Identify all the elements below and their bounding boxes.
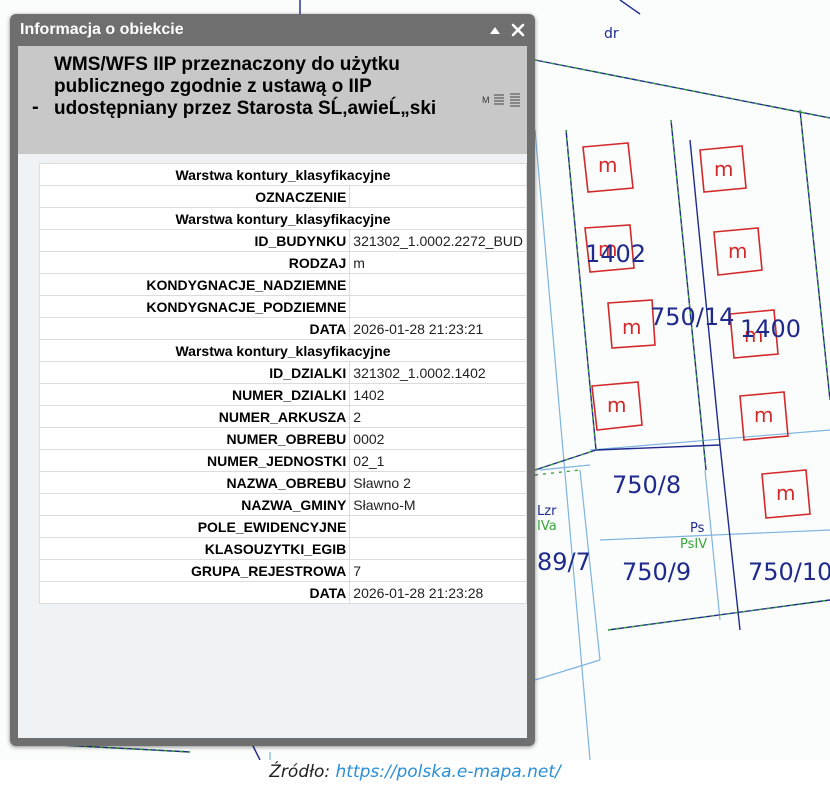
attribute-value: Sławno 2 — [349, 471, 527, 494]
svg-text:m: m — [728, 239, 747, 263]
layer-tools: M — [482, 93, 526, 107]
attribute-value: 321302_1.0002.1402 — [349, 361, 527, 384]
source-prefix: Źródło: — [269, 762, 336, 782]
attribute-key: NAZWA_OBREBU — [38, 471, 351, 494]
layer-section-header: Warstwa kontury_klasyfikacyjne — [39, 339, 527, 362]
map-label-89-7: 89/7 — [537, 548, 591, 576]
list-view-icon[interactable] — [494, 93, 504, 112]
attribute-key: NUMER_JEDNOSTKI — [38, 449, 351, 472]
attribute-value: 1402 — [349, 383, 527, 406]
table-row: KLASOUZYTKI_EGIB — [38, 537, 527, 560]
svg-text:m: m — [598, 153, 617, 177]
attribute-value: Sławno-M — [349, 493, 527, 516]
attribute-value: 321302_1.0002.2272_BUD — [349, 229, 527, 252]
svg-text:m: m — [776, 481, 795, 505]
table-row: GRUPA_REJESTROWA 7 — [38, 559, 527, 582]
map-label-750-8: 750/8 — [612, 471, 681, 499]
table-row: ID_DZIALKI 321302_1.0002.1402 — [38, 361, 527, 384]
table-row: ID_BUDYNKU 321302_1.0002.2272_BUD — [38, 229, 527, 252]
attribute-key: NUMER_DZIALKI — [38, 383, 351, 406]
table-row: NUMER_JEDNOSTKI 02_1 — [38, 449, 527, 472]
svg-text:m: m — [622, 315, 641, 339]
close-icon[interactable] — [510, 22, 526, 38]
table-row: NAZWA_GMINY Sławno-M — [38, 493, 527, 516]
map-label-psiv: PsIV — [680, 537, 707, 552]
table-row: KONDYGNACJE_NADZIEMNE — [38, 273, 527, 296]
layer-title: WMS/WFS IIP przeznaczony do użytku publi… — [54, 54, 437, 119]
table-row: DATA 2026-01-28 21:23:28 — [38, 581, 527, 604]
layer-section-header: Warstwa kontury_klasyfikacyjne — [39, 207, 527, 230]
popup-content[interactable]: Warstwa kontury_klasyfikacyjne OZNACZENIE… — [18, 154, 527, 738]
layer-tool-m[interactable]: M — [482, 95, 490, 105]
map-label-iva: IVa — [537, 519, 557, 534]
layer-section-header: Warstwa kontury_klasyfikacyjne — [39, 163, 527, 186]
source-caption: Źródło: https://polska.e-mapa.net/ — [0, 762, 830, 782]
svg-text:m: m — [714, 157, 733, 181]
map-label-1402: 1402 — [585, 240, 646, 268]
attribute-key: NAZWA_GMINY — [38, 493, 351, 516]
map-label-lzr: Lzr — [537, 504, 557, 519]
attribute-table: Warstwa kontury_klasyfikacyjne OZNACZENIE… — [38, 163, 527, 604]
attribute-value — [349, 295, 527, 318]
popup-title: Informacja o obiekcie — [20, 21, 184, 38]
map-label-750-10: 750/10 — [748, 558, 830, 586]
attribute-label-oznaczenie: OZNACZENIE — [38, 185, 351, 208]
collapse-up-icon[interactable] — [488, 23, 502, 37]
map-label-750-14: 750/14 — [650, 303, 734, 331]
attribute-key: KLASOUZYTKI_EGIB — [38, 537, 351, 560]
attribute-value: 7 — [349, 559, 527, 582]
attribute-key: KONDYGNACJE_NADZIEMNE — [38, 273, 351, 296]
attribute-value: 2 — [349, 405, 527, 428]
attribute-key: KONDYGNACJE_PODZIEMNE — [38, 295, 351, 318]
attribute-key: NUMER_OBREBU — [38, 427, 351, 450]
table-row: Warstwa kontury_klasyfikacyjne — [39, 339, 527, 362]
svg-text:m: m — [607, 393, 626, 417]
attribute-value — [349, 537, 527, 560]
table-row: RODZAJ m — [38, 251, 527, 274]
attribute-value: 0002 — [349, 427, 527, 450]
attribute-key: POLE_EWIDENCYJNE — [38, 515, 351, 538]
attribute-value: 2026-01-28 21:23:21 — [349, 317, 527, 340]
table-row: NUMER_DZIALKI 1402 — [38, 383, 527, 406]
table-row: KONDYGNACJE_PODZIEMNE — [38, 295, 527, 318]
attribute-key: GRUPA_REJESTROWA — [38, 559, 351, 582]
attribute-key: RODZAJ — [38, 251, 351, 274]
map-label-1400: 1400 — [740, 315, 801, 343]
map-label-750-9: 750/9 — [622, 558, 691, 586]
attribute-key: DATA — [38, 581, 351, 604]
object-info-popup: Informacja o obiekcie - WMS/WFS IIP prze… — [10, 14, 535, 746]
attribute-value — [349, 515, 527, 538]
map-label-ps: Ps — [690, 521, 705, 536]
attribute-key: NUMER_ARKUSZA — [38, 405, 351, 428]
layer-collapse-toggle[interactable]: - — [32, 96, 39, 119]
attribute-value: m — [349, 251, 527, 274]
table-view-icon[interactable] — [510, 93, 520, 112]
svg-text:m: m — [754, 403, 773, 427]
attribute-key: DATA — [38, 317, 351, 340]
attribute-key: ID_DZIALKI — [38, 361, 351, 384]
attribute-value: 2026-01-28 21:23:28 — [349, 581, 527, 604]
map-label-dr: dr — [604, 26, 619, 42]
source-link[interactable]: https://polska.e-mapa.net/ — [336, 762, 561, 782]
attribute-value: 02_1 — [349, 449, 527, 472]
table-row: DATA 2026-01-28 21:23:21 — [38, 317, 527, 340]
popup-titlebar[interactable]: Informacja o obiekcie — [10, 14, 535, 46]
table-row: POLE_EWIDENCYJNE — [38, 515, 527, 538]
table-row: NAZWA_OBREBU Sławno 2 — [38, 471, 527, 494]
table-row: Warstwa kontury_klasyfikacyjne — [39, 207, 527, 230]
attribute-value — [349, 273, 527, 296]
attribute-key: ID_BUDYNKU — [38, 229, 351, 252]
layer-header: - WMS/WFS IIP przeznaczony do użytku pub… — [18, 46, 527, 154]
table-row: NUMER_OBREBU 0002 — [38, 427, 527, 450]
table-row: NUMER_ARKUSZA 2 — [38, 405, 527, 428]
table-row: OZNACZENIE — [38, 185, 527, 208]
attribute-value — [349, 185, 527, 208]
table-row: Warstwa kontury_klasyfikacyjne — [39, 163, 527, 186]
